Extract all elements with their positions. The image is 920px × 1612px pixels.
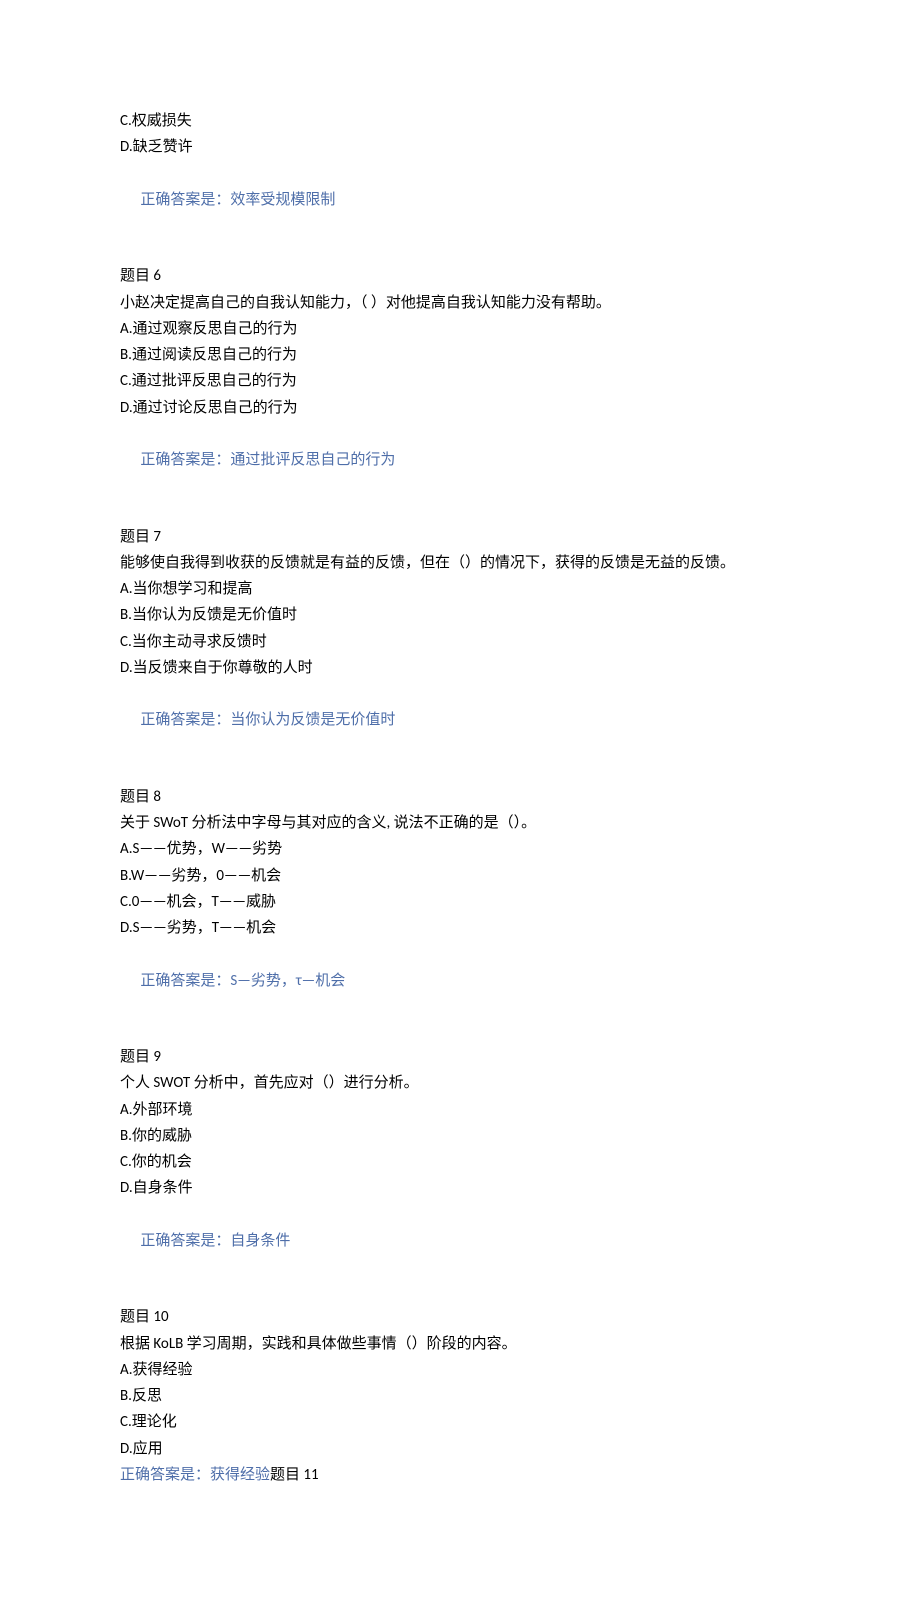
answer-line: 正确答案是：当你认为反馈是无价值时: [120, 681, 800, 760]
question-title: 题目 7: [120, 524, 800, 550]
next-question-title: 题目 11: [270, 1466, 319, 1484]
option-c: C.通过批评反思自己的行为: [120, 368, 800, 394]
question-10: 题目 10 根据 KoLB 学习周期，实践和具体做些事情（）阶段的内容。 A.获…: [120, 1304, 800, 1488]
question-9: 题目 9 个人 SWOT 分析中，首先应对（）进行分析。 A.外部环境 B.你的…: [120, 1044, 800, 1280]
option-a: A.S——优势，W——劣势: [120, 836, 800, 862]
question-stem: 个人 SWOT 分析中，首先应对（）进行分析。: [120, 1070, 800, 1096]
option-c: C.0——机会，T——威胁: [120, 889, 800, 915]
answer-label: 正确答案是：: [140, 191, 230, 209]
option-a: A.获得经验: [120, 1357, 800, 1383]
question-stem: 小赵决定提高自己的自我认知能力，（ ）对他提高自我认知能力没有帮助。: [120, 290, 800, 316]
question-stem: 能够使自我得到收获的反馈就是有益的反馈，但在（）的情况下，获得的反馈是无益的反馈…: [120, 550, 800, 576]
option-b: B.W——劣势，0——机会: [120, 863, 800, 889]
answer-label: 正确答案是：: [140, 972, 230, 990]
question-title: 题目 9: [120, 1044, 800, 1070]
answer-line: 正确答案是：获得经验题目 11: [120, 1462, 800, 1488]
option-d: D.通过讨论反思自己的行为: [120, 395, 800, 421]
option-b: B.反思: [120, 1383, 800, 1409]
answer-text: 当你认为反馈是无价值时: [230, 711, 395, 729]
option-d: D.缺乏赞许: [120, 134, 800, 160]
question-7: 题目 7 能够使自我得到收获的反馈就是有益的反馈，但在（）的情况下，获得的反馈是…: [120, 524, 800, 760]
option-d: D.应用: [120, 1436, 800, 1462]
answer-label: 正确答案是：: [140, 711, 230, 729]
answer-line: 正确答案是：通过批评反思自己的行为: [120, 421, 800, 500]
question-8: 题目 8 关于 SWoT 分析法中字母与其对应的含义, 说法不正确的是（）。 A…: [120, 784, 800, 1020]
question-stem: 关于 SWoT 分析法中字母与其对应的含义, 说法不正确的是（）。: [120, 810, 800, 836]
option-b: B.你的威胁: [120, 1123, 800, 1149]
option-b: B.通过阅读反思自己的行为: [120, 342, 800, 368]
answer-label: 正确答案是：: [140, 451, 230, 469]
option-c: C.当你主动寻求反馈时: [120, 629, 800, 655]
option-c: C.理论化: [120, 1409, 800, 1435]
option-d: D.S——劣势，T——机会: [120, 915, 800, 941]
option-a: A.当你想学习和提高: [120, 576, 800, 602]
question-title: 题目 10: [120, 1304, 800, 1330]
option-d: D.自身条件: [120, 1175, 800, 1201]
document-page: C.权威损失 D.缺乏赞许 正确答案是：效率受规模限制 题目 6 小赵决定提高自…: [0, 0, 920, 1612]
option-d: D.当反馈来自于你尊敬的人时: [120, 655, 800, 681]
option-a: A.外部环境: [120, 1097, 800, 1123]
answer-line: 正确答案是：自身条件: [120, 1202, 800, 1281]
option-a: A.通过观察反思自己的行为: [120, 316, 800, 342]
answer-text: 获得经验: [210, 1466, 270, 1484]
option-c: C.权威损失: [120, 108, 800, 134]
answer-line: 正确答案是：S—劣势，τ—机会: [120, 941, 800, 1020]
answer-text: 效率受规模限制: [230, 191, 335, 209]
answer-line: 正确答案是：效率受规模限制: [120, 161, 800, 240]
question-stem: 根据 KoLB 学习周期，实践和具体做些事情（）阶段的内容。: [120, 1331, 800, 1357]
question-title: 题目 6: [120, 263, 800, 289]
question-6: 题目 6 小赵决定提高自己的自我认知能力，（ ）对他提高自我认知能力没有帮助。 …: [120, 263, 800, 499]
question-5-partial: C.权威损失 D.缺乏赞许 正确答案是：效率受规模限制: [120, 108, 800, 239]
option-b: B.当你认为反馈是无价值时: [120, 602, 800, 628]
answer-text: S—劣势，τ—机会: [230, 972, 345, 990]
answer-text: 自身条件: [230, 1232, 290, 1250]
question-title: 题目 8: [120, 784, 800, 810]
answer-label: 正确答案是：: [120, 1466, 210, 1484]
option-c: C.你的机会: [120, 1149, 800, 1175]
answer-text: 通过批评反思自己的行为: [230, 451, 395, 469]
answer-label: 正确答案是：: [140, 1232, 230, 1250]
